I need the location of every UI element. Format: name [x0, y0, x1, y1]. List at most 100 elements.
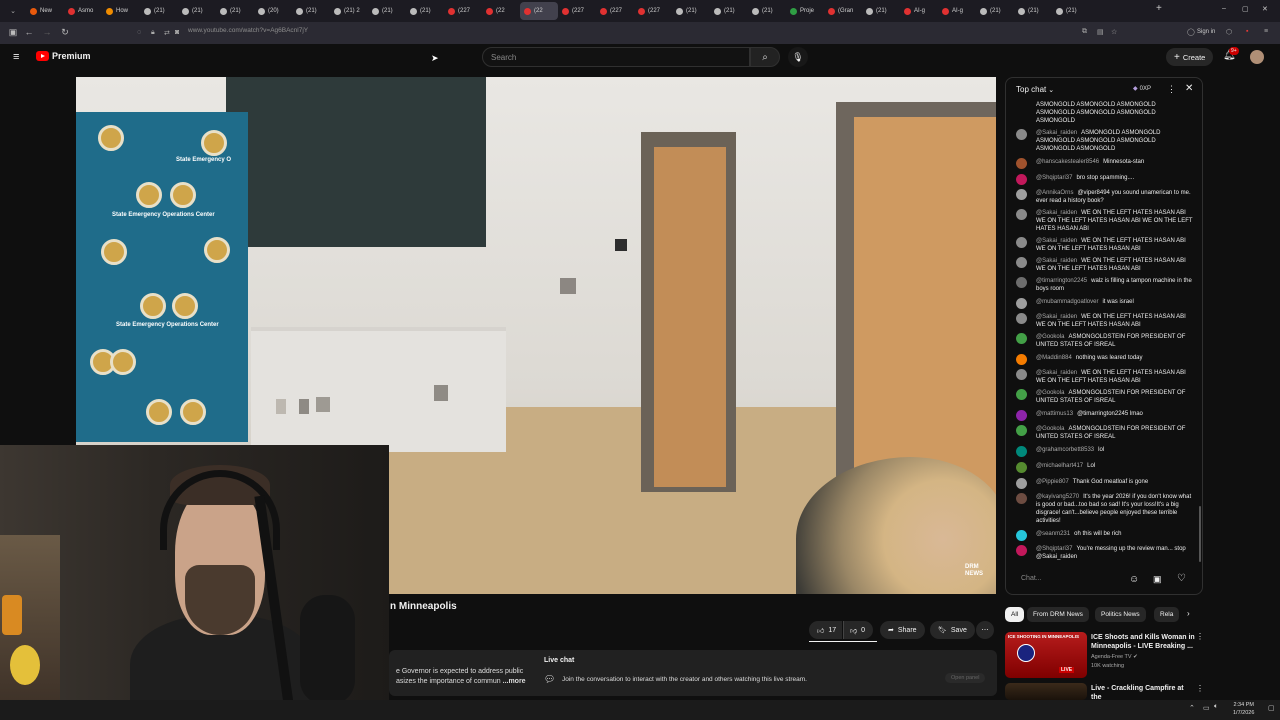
browser-tab[interactable]: AI-g: [900, 2, 938, 20]
chat-scrollbar[interactable]: [1199, 506, 1201, 562]
forward-icon[interactable]: →: [38, 27, 56, 37]
taskbar-clock[interactable]: 2:34 PM 1/7/2026: [1233, 701, 1254, 717]
shield-icon[interactable]: ◌: [137, 29, 141, 36]
chat-username[interactable]: @Gookola: [1036, 334, 1064, 340]
chat-username[interactable]: @Sakai_raiden: [1036, 314, 1077, 320]
chat-avatar[interactable]: [1016, 189, 1027, 200]
browser-tab[interactable]: (22: [482, 2, 520, 20]
browser-tab[interactable]: (227: [634, 2, 672, 20]
chat-avatar[interactable]: [1016, 333, 1027, 344]
super-chat-icon[interactable]: ▣: [1153, 574, 1162, 585]
chat-avatar[interactable]: [1016, 369, 1027, 380]
browser-tab[interactable]: (21) 2: [330, 2, 368, 20]
browser-tab[interactable]: (21): [178, 2, 216, 20]
chat-username[interactable]: @Maddin884: [1036, 355, 1072, 361]
chat-avatar[interactable]: [1016, 478, 1027, 489]
browser-tab[interactable]: (21): [368, 2, 406, 20]
browser-tab[interactable]: Proje: [786, 2, 824, 20]
screenshot-icon[interactable]: ⧉: [1082, 28, 1087, 36]
like-button[interactable]: 👍︎ 17: [809, 621, 843, 639]
search-input[interactable]: Search: [482, 47, 750, 67]
browser-tab[interactable]: AI-g: [938, 2, 976, 20]
url-field[interactable]: www.youtube.com/watch?v=Ag6BAcnl7jY: [188, 27, 308, 34]
browser-tab[interactable]: New: [26, 2, 64, 20]
filter-chip[interactable]: Politics News: [1095, 607, 1146, 622]
more-link[interactable]: ...more: [503, 678, 526, 685]
chat-avatar[interactable]: [1016, 277, 1027, 288]
save-button[interactable]: 🔖︎ Save: [930, 621, 975, 639]
search-button[interactable]: ⌕: [750, 47, 780, 67]
chat-username[interactable]: @Sakai_raiden: [1036, 370, 1077, 376]
chat-avatar[interactable]: [1016, 530, 1027, 541]
filter-chip[interactable]: Rela: [1154, 607, 1180, 622]
close-chat-icon[interactable]: ✕: [1185, 83, 1193, 94]
youtube-logo[interactable]: Premium: [36, 51, 91, 61]
browser-tab[interactable]: (227: [558, 2, 596, 20]
filter-chip[interactable]: From DRM News: [1027, 607, 1089, 622]
browser-tab[interactable]: (21): [216, 2, 254, 20]
browser-tab[interactable]: (21): [710, 2, 748, 20]
browser-tab[interactable]: (21): [140, 2, 178, 20]
account-icon[interactable]: ◯: [1187, 28, 1195, 36]
chat-avatar[interactable]: [1016, 389, 1027, 400]
notification-center-icon[interactable]: ▢: [1268, 704, 1275, 712]
lock-icon[interactable]: 🔒︎: [151, 29, 155, 37]
browser-tab[interactable]: (227: [444, 2, 482, 20]
chat-username[interactable]: @Shqiptari37: [1036, 546, 1072, 552]
chat-username[interactable]: @Pippie807: [1036, 479, 1069, 485]
permissions-icon[interactable]: ⇄: [164, 29, 170, 37]
description-text[interactable]: e Governor is expected to address public…: [396, 667, 536, 687]
chat-avatar[interactable]: [1016, 545, 1027, 556]
recommendation-title[interactable]: ICE Shoots and Kills Woman in Minneapoli…: [1091, 633, 1195, 651]
back-icon[interactable]: ←: [20, 27, 38, 37]
browser-tab[interactable]: (21): [406, 2, 444, 20]
bookmark-star-icon[interactable]: ☆: [1111, 28, 1117, 36]
chat-username[interactable]: @hanscakestealer8546: [1036, 159, 1099, 165]
points-badge[interactable]: ◆ 0XP: [1133, 85, 1151, 93]
network-icon[interactable]: ▭: [1203, 704, 1210, 712]
open-panel-button[interactable]: Open panel: [945, 673, 986, 683]
browser-tab[interactable]: (21): [672, 2, 710, 20]
account-avatar[interactable]: [1250, 50, 1264, 64]
browser-tab[interactable]: Asmo: [64, 2, 102, 20]
browser-tab[interactable]: (22: [520, 2, 558, 20]
chat-avatar[interactable]: [1016, 446, 1027, 457]
chat-username[interactable]: @kayivang5270: [1036, 494, 1079, 500]
guide-menu-icon[interactable]: ≡: [13, 51, 19, 63]
chat-avatar[interactable]: [1016, 313, 1027, 324]
chat-avatar[interactable]: [1016, 493, 1027, 504]
chat-avatar[interactable]: [1016, 462, 1027, 473]
chat-username[interactable]: @timarrington2245: [1036, 278, 1087, 284]
chat-avatar[interactable]: [1016, 354, 1027, 365]
chat-avatar[interactable]: [1016, 257, 1027, 268]
chat-avatar[interactable]: [1016, 298, 1027, 309]
extension-badge-icon[interactable]: ▪: [1246, 28, 1248, 35]
chat-avatar[interactable]: [1016, 174, 1027, 185]
chat-input[interactable]: Chat...: [1016, 571, 1126, 588]
chat-username[interactable]: @AnnikaOrns: [1036, 190, 1073, 196]
share-button[interactable]: ➦ Share: [880, 621, 925, 639]
chat-username[interactable]: @Sakai_raiden: [1036, 210, 1077, 216]
browser-tab[interactable]: (227: [596, 2, 634, 20]
browser-tab[interactable]: (21): [976, 2, 1014, 20]
browser-tab[interactable]: (Gran: [824, 2, 862, 20]
chat-username[interactable]: @Sakai_raiden: [1036, 238, 1077, 244]
chat-options-icon[interactable]: ⋮: [1167, 84, 1176, 95]
recommendation-channel[interactable]: Agenda-Free TV ✔: [1091, 654, 1138, 660]
extensions-icon[interactable]: ⬡: [1226, 28, 1232, 36]
browser-tab[interactable]: (21): [1052, 2, 1090, 20]
create-button[interactable]: + Create: [1166, 48, 1214, 66]
chat-avatar[interactable]: [1016, 129, 1027, 140]
browser-tab[interactable]: (21): [1014, 2, 1052, 20]
recommendation-thumbnail[interactable]: [1005, 683, 1087, 700]
heart-icon[interactable]: ♡: [1177, 573, 1186, 584]
chat-username[interactable]: @grahamcorbett8533: [1036, 447, 1094, 453]
chat-username[interactable]: @seanm231: [1036, 531, 1070, 537]
chat-username[interactable]: @mubammadgoatlover: [1036, 299, 1098, 305]
filter-chip[interactable]: All: [1005, 607, 1025, 622]
maximize-icon[interactable]: ▢: [1242, 5, 1249, 13]
chat-username[interactable]: @mattimus13: [1036, 411, 1073, 417]
browser-tab[interactable]: (20): [254, 2, 292, 20]
camera-icon[interactable]: ◙: [175, 29, 179, 36]
volume-icon[interactable]: 🔈︎: [1214, 703, 1218, 711]
